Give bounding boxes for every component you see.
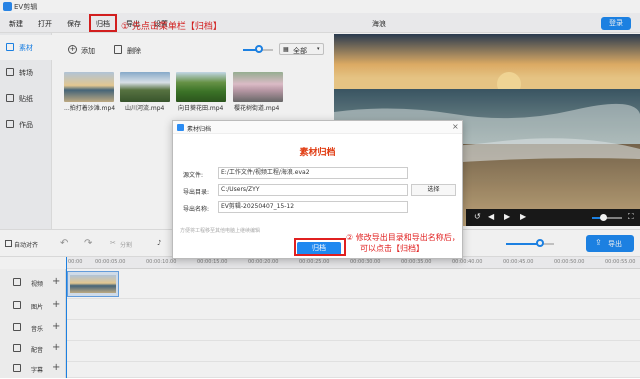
choose-dir-button[interactable]: 选择 [411,184,456,196]
dialog-hint: 方便将工程移至其他电脑上继续编辑 [180,228,261,234]
source-label: 源文件: [183,172,204,179]
step2-annotation-line2: 可以点击【归档】 [360,244,424,253]
dialog-logo-icon [177,124,184,131]
export-dir-field[interactable]: C:/Users/ZYY [218,184,408,196]
dialog-title: 素材归档 [187,126,212,133]
source-field: E:/工作文件/视频工程/海浪.eva2 [218,167,408,179]
close-icon[interactable]: × [452,122,459,131]
export-name-field[interactable]: EV剪辑-20250407_15-12 [218,201,408,213]
archive-button-highlight-box [294,238,346,256]
dialog-heading: 素材归档 [299,148,336,158]
export-name-label: 导出名称: [183,206,210,213]
step2-annotation-line1: ② 修改导出目录和导出名称后， [346,233,460,242]
dialog-header: 素材归档 × [173,121,462,134]
export-dir-label: 导出目录: [183,189,210,196]
